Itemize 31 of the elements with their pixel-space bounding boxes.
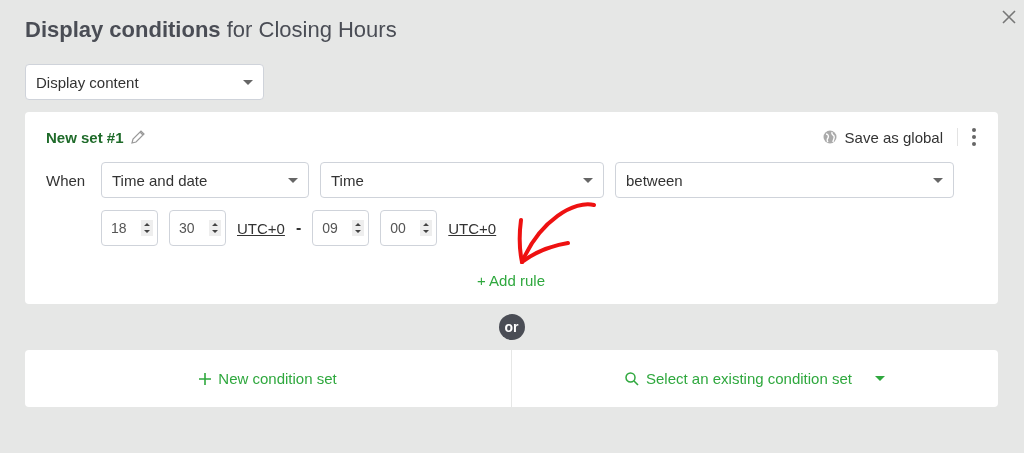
caret-icon [875,376,885,381]
number-field[interactable]: 18 [101,210,158,246]
or-badge: or [498,314,525,340]
plus-icon [199,372,212,385]
globe-icon [822,130,837,144]
range-separator: - [295,219,302,237]
set-name: New set #1 [46,128,124,146]
spinner-icon[interactable] [141,220,153,236]
caret-icon [583,177,593,183]
caret-icon [933,177,943,183]
caret-icon [288,177,298,183]
number-field[interactable]: 09 [312,210,370,246]
spinner-icon[interactable] [352,220,365,236]
caret-icon [243,79,253,85]
when-label: When [46,171,87,189]
condition-dropdown[interactable]: between [615,162,954,198]
search-icon [625,371,639,386]
timezone-link[interactable]: UTC+0 [448,219,497,237]
pencil-icon[interactable] [129,129,146,145]
timezone-link[interactable]: UTC+0 [237,219,285,237]
spinner-icon[interactable] [420,220,433,236]
number-field[interactable]: 00 [380,210,438,246]
number-field[interactable]: 30 [169,210,226,246]
close-icon[interactable] [1002,10,1016,24]
more-icon[interactable] [972,128,976,146]
save-as-global-link[interactable]: Save as global [844,128,943,146]
action-dropdown[interactable]: Display content [25,64,264,100]
spinner-icon[interactable] [209,220,221,236]
dialog-title: Display conditions for Closing Hours [25,16,398,44]
condition-dropdown[interactable]: Time and date [101,162,309,198]
condition-dropdown[interactable]: Time [320,162,604,198]
